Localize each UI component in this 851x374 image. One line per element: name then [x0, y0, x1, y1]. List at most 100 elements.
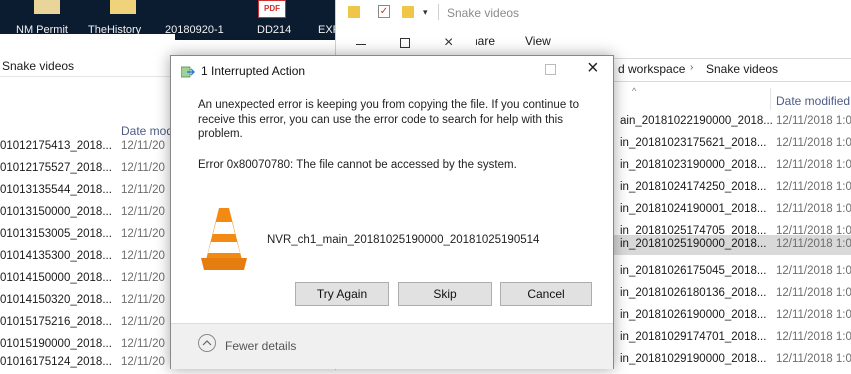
file-date: 12/11/20: [121, 338, 165, 350]
error-code: Error 0x80070780: The file cannot be acc…: [198, 159, 517, 171]
try-again-button[interactable]: Try Again: [295, 282, 389, 306]
list-item[interactable]: 01015175216_2018... 12/11/20: [0, 312, 175, 334]
file-name: in_20181023175621_2018...: [620, 137, 767, 149]
file-date: 12/11/20: [121, 184, 165, 196]
file-date: 12/11/2018 1:0: [776, 309, 851, 321]
file-date: 12/11/2018 1:0: [776, 203, 851, 215]
list-item[interactable]: 01012175413_2018... 12/11/20: [0, 136, 175, 158]
file-date: 12/11/20: [121, 228, 165, 240]
file-name: 01013135544_2018...: [0, 184, 112, 196]
list-item[interactable]: 01014135300_2018... 12/11/20: [0, 246, 175, 268]
file-name: in_20181023190000_2018...: [620, 159, 767, 171]
tab-view[interactable]: View: [525, 34, 551, 48]
interrupted-action-dialog: 1 Interrupted Action × An unexpected err…: [170, 55, 614, 369]
file-date: 12/11/20: [121, 272, 165, 284]
list-item[interactable]: in_20181023190000_2018... 12/11/2018 1:0: [600, 155, 851, 177]
file-date: 12/11/20: [121, 250, 165, 262]
file-date: 12/11/20: [121, 140, 165, 152]
folder-icon[interactable]: [34, 0, 60, 14]
list-item[interactable]: in_20181024174250_2018... 12/11/2018 1:0: [600, 177, 851, 199]
list-item[interactable]: 01012175527_2018... 12/11/20: [0, 158, 175, 180]
maximize-icon[interactable]: [400, 38, 410, 48]
file-date: 12/11/2018 1:0: [776, 238, 851, 250]
desktop-label[interactable]: DD214: [257, 24, 291, 36]
error-message: An unexpected error is keeping you from …: [198, 99, 579, 140]
left-address-text: Snake videos: [2, 59, 75, 73]
breadcrumb-item[interactable]: Snake videos: [706, 62, 778, 76]
list-item-selected[interactable]: in_20181025190000_2018... 12/11/2018 1:0: [600, 235, 851, 255]
cancel-button[interactable]: Cancel: [500, 282, 592, 306]
properties-icon[interactable]: ✓: [378, 5, 390, 18]
file-date: 12/11/2018 1:0: [776, 331, 851, 343]
window-title: Snake videos: [447, 6, 520, 20]
customize-quick-access-icon[interactable]: ▾: [423, 7, 428, 18]
breadcrumb-item[interactable]: d workspace: [618, 62, 685, 76]
list-item[interactable]: ain_20181022190000_2018... 12/11/2018 1:0: [600, 111, 851, 133]
left-window-titlebar: [0, 34, 175, 54]
title-divider: [438, 4, 439, 20]
list-item[interactable]: in_20181029190000_2018... 12/11/2018 1:0: [600, 349, 851, 371]
file-date: 12/11/2018 1:0: [776, 137, 851, 149]
new-folder-icon[interactable]: [402, 6, 414, 18]
list-item[interactable]: in_20181026180136_2018... 12/11/2018 1:0: [600, 283, 851, 305]
file-name: 01012175527_2018...: [0, 162, 112, 174]
sort-up-icon: ^: [632, 86, 637, 96]
file-name-label: NVR_ch1_main_20181025190000_201810251905…: [267, 234, 540, 246]
file-name: 01016175124_2018...: [0, 356, 112, 368]
file-name: 01013153005_2018...: [0, 228, 112, 240]
file-name: 01015190000_2018...: [0, 338, 112, 350]
file-date: 12/11/20: [121, 162, 165, 174]
list-item[interactable]: in_20181024190001_2018... 12/11/2018 1:0: [600, 199, 851, 221]
file-name: 01014150320_2018...: [0, 294, 112, 306]
file-date: 12/11/20: [121, 316, 165, 328]
breadcrumb-separator-icon: ›: [690, 62, 694, 73]
close-icon[interactable]: ×: [444, 34, 453, 52]
close-icon[interactable]: ×: [587, 57, 599, 80]
file-date: 12/11/2018 1:0: [776, 181, 851, 193]
column-header-date-modified[interactable]: Date modified: [776, 94, 850, 108]
list-item[interactable]: in_20181026190000_2018... 12/11/2018 1:0: [600, 305, 851, 327]
file-date: 12/11/20: [121, 294, 165, 306]
file-name: in_20181026190000_2018...: [620, 309, 767, 321]
file-date: 12/11/20: [121, 356, 165, 368]
folder-icon: [348, 6, 360, 18]
skip-button[interactable]: Skip: [398, 282, 492, 306]
dialog-title: 1 Interrupted Action: [201, 64, 306, 78]
file-name: 01014150000_2018...: [0, 272, 112, 284]
chevron-up-icon[interactable]: [198, 334, 216, 352]
file-copy-icon: [180, 66, 195, 78]
file-name: 01013150000_2018...: [0, 206, 112, 218]
vlc-cone-icon: [201, 206, 247, 272]
file-name: in_20181025190000_2018...: [620, 238, 767, 250]
file-name: ain_20181022190000_2018...: [620, 115, 773, 127]
file-name: 01015175216_2018...: [0, 316, 112, 328]
column-divider: [770, 88, 771, 110]
list-item[interactable]: 01013150000_2018... 12/11/20: [0, 202, 175, 224]
list-item[interactable]: in_20181029174701_2018... 12/11/2018 1:0: [600, 327, 851, 349]
list-item[interactable]: in_20181023175621_2018... 12/11/2018 1:0: [600, 133, 851, 155]
pdf-icon[interactable]: PDF: [258, 0, 286, 18]
minimize-icon[interactable]: [356, 44, 366, 45]
file-date: 12/11/20: [121, 206, 165, 218]
maximize-icon: [545, 64, 556, 75]
list-item[interactable]: 01013135544_2018... 12/11/20: [0, 180, 175, 202]
file-date: 12/11/2018 1:0: [776, 265, 851, 277]
list-item[interactable]: 01013153005_2018... 12/11/20: [0, 224, 175, 246]
file-date: 12/11/2018 1:0: [776, 353, 851, 365]
list-item[interactable]: in_20181026175045_2018... 12/11/2018 1:0: [600, 261, 851, 283]
list-item[interactable]: 01014150000_2018... 12/11/20: [0, 268, 175, 290]
folder-icon[interactable]: [110, 0, 136, 14]
file-date: 12/11/2018 1:0: [776, 159, 851, 171]
file-name: in_20181026180136_2018...: [620, 287, 767, 299]
file-name: in_20181026175045_2018...: [620, 265, 767, 277]
list-item[interactable]: 01014150320_2018... 12/11/20: [0, 290, 175, 312]
file-date: 12/11/2018 1:0: [776, 287, 851, 299]
file-name: 01012175413_2018...: [0, 140, 112, 152]
file-name: in_20181029174701_2018...: [620, 331, 767, 343]
file-name: in_20181024174250_2018...: [620, 181, 767, 193]
file-name: in_20181029190000_2018...: [620, 353, 767, 365]
fewer-details-link[interactable]: Fewer details: [225, 339, 296, 353]
file-name: 01014135300_2018...: [0, 250, 112, 262]
file-name: in_20181024190001_2018...: [620, 203, 767, 215]
list-item[interactable]: 01016175124_2018... 12/11/20: [0, 352, 175, 374]
